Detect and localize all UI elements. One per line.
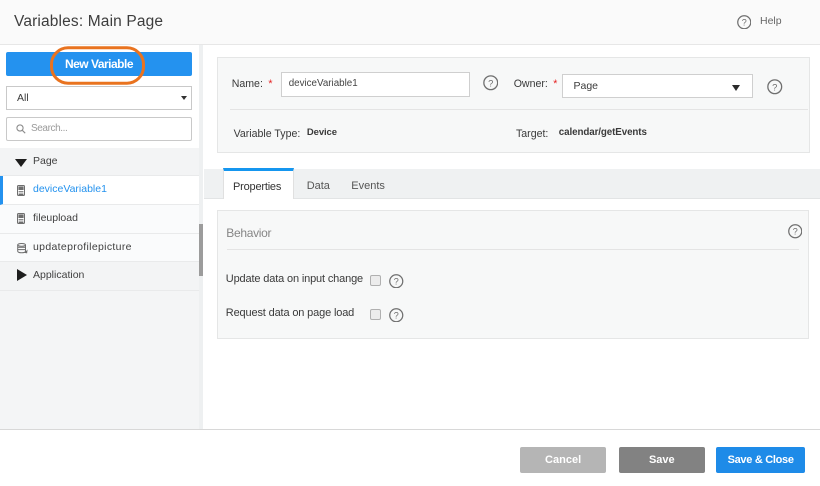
svg-text:?: ?: [394, 277, 399, 287]
svg-text:?: ?: [793, 227, 798, 237]
svg-text:?: ?: [772, 83, 777, 94]
svg-text:?: ?: [742, 17, 747, 27]
svg-text:?: ?: [394, 311, 399, 321]
svg-text:?: ?: [488, 79, 493, 90]
